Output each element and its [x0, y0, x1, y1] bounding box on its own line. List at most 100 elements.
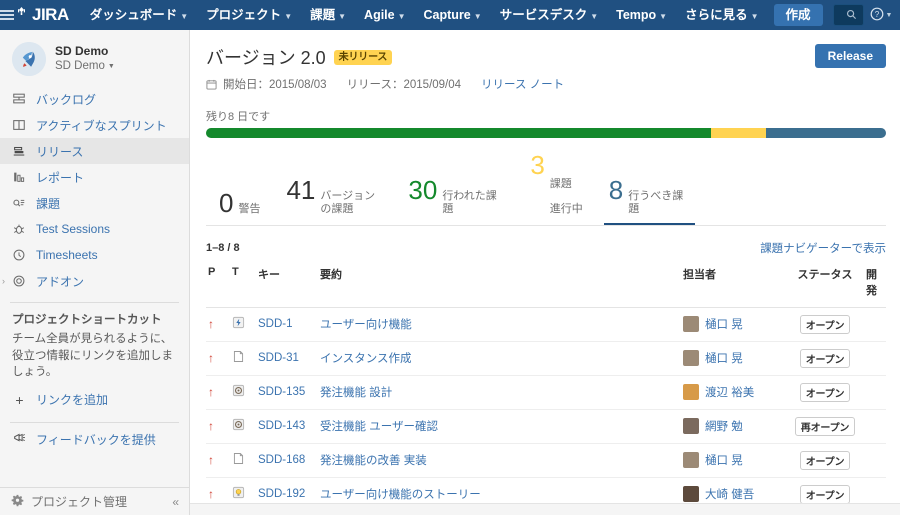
assignee-link[interactable]: 樋口 晃: [705, 452, 743, 468]
chevron-right-icon[interactable]: ›: [2, 276, 5, 286]
th-assignee[interactable]: 担当者: [681, 266, 786, 308]
priority-major-up-icon: ↑: [208, 419, 214, 434]
chevron-down-icon: ▼: [473, 12, 482, 21]
avatar: [683, 452, 699, 469]
issue-key-link[interactable]: SDD-1: [258, 318, 293, 330]
sidebar-item-label: リリース: [36, 144, 84, 159]
issue-key-link[interactable]: SDD-31: [258, 352, 299, 364]
progress-bar: [206, 128, 886, 138]
issue-summary-link[interactable]: 発注機能 設計: [320, 384, 679, 400]
sidebar-item-backlog[interactable]: バックログ: [0, 86, 189, 112]
shortcuts-title: プロジェクトショートカット: [12, 314, 162, 326]
assignee-link[interactable]: 樋口 晃: [705, 350, 743, 366]
version-subheader: 開始日：2015/08/03 リリース：2015/09/04 リリース ノート: [206, 76, 564, 92]
th-type[interactable]: T: [230, 266, 256, 308]
help-button[interactable]: ? ▼: [864, 0, 899, 30]
stat-in-progress-issues[interactable]: 3 課題 進行中: [517, 148, 595, 226]
nav-item-issues[interactable]: 課題 ▼: [301, 0, 355, 30]
stat-warnings[interactable]: 0 警告: [206, 186, 273, 226]
th-development[interactable]: 開 発: [864, 266, 886, 308]
sidebar-item-test-sessions[interactable]: Test Sessions: [0, 216, 189, 242]
sidebar-item-active-sprint[interactable]: アクティブなスプリント: [0, 112, 189, 138]
nav-item-more[interactable]: さらに見る ▼: [676, 0, 767, 30]
release-button[interactable]: Release: [814, 44, 886, 68]
table-row[interactable]: ↑ SDD-168 発注機能の改善 実装 樋口 晃 オープン: [206, 442, 886, 478]
table-row[interactable]: ↑ SDD-31 インスタンス作成 樋口 晃 オープン: [206, 340, 886, 376]
sidebar-item-label: 課題: [36, 196, 61, 211]
nav-item-service-desk[interactable]: サービスデスク ▼: [491, 0, 607, 30]
assignee-link[interactable]: 大崎 健吾: [705, 486, 754, 502]
project-header[interactable]: SD Demo SD Demo ▼: [0, 30, 189, 86]
project-name: SD Demo: [55, 43, 109, 58]
cell-key: SDD-31: [256, 340, 318, 376]
avatar: [683, 316, 699, 333]
stat-version-issues[interactable]: 41 バージョンの課題: [273, 173, 395, 225]
create-button[interactable]: 作成: [773, 4, 823, 26]
nav-item-capture[interactable]: Capture ▼: [415, 0, 491, 30]
progress-segment-done: [206, 128, 711, 138]
result-count-top: 1–8 / 8: [206, 241, 240, 254]
jira-logo-text: JIRA: [32, 5, 69, 24]
assignee-link[interactable]: 渡辺 裕美: [705, 384, 754, 400]
issue-summary-link[interactable]: インスタンス作成: [320, 350, 679, 366]
sidebar-item-releases[interactable]: リリース: [0, 138, 189, 164]
backlog-icon: [10, 92, 27, 106]
assignee-link[interactable]: 網野 勉: [705, 418, 743, 434]
add-link-button[interactable]: + リンクを追加: [0, 381, 189, 414]
issue-summary-link[interactable]: 受注機能 ユーザー確認: [320, 418, 679, 434]
gear-icon: [11, 494, 24, 510]
stat-label: 警告: [238, 202, 261, 215]
th-summary[interactable]: 要約: [318, 266, 681, 308]
issue-navigator-link[interactable]: 課題ナビゲーターで表示: [760, 240, 886, 256]
issues-table-body: ↑ SDD-1 ユーザー向け機能 樋口 晃 オープン ↑ SDD-31 インスタ…: [206, 306, 886, 515]
give-feedback-button[interactable]: フィードバックを提供: [0, 423, 189, 454]
issue-key-link[interactable]: SDD-168: [258, 454, 305, 466]
collapse-icon[interactable]: «: [172, 495, 179, 509]
task-icon: [232, 453, 245, 468]
project-sidebar: SD Demo SD Demo ▼ バックログ アクティブなスプリント リリース…: [0, 30, 190, 515]
nav-item-agile[interactable]: Agile ▼: [355, 0, 414, 30]
jira-version-page: JIRA ダッシュボード ▼ プロジェクト ▼ 課題 ▼ Agile ▼ Capture…: [0, 0, 900, 515]
cell-type: [230, 306, 256, 342]
help-icon: ?: [870, 7, 884, 24]
th-status[interactable]: ステータス: [786, 266, 864, 308]
th-key[interactable]: キー: [256, 266, 318, 308]
issues-table: P T キー 要約 担当者 ステータス 開 発 ↑ SDD-1 ユーザー向け機能…: [206, 266, 886, 515]
cell-assignee: 樋口 晃: [681, 340, 786, 376]
project-type-selector[interactable]: SD Demo ▼: [55, 59, 115, 74]
nav-item-dashboard[interactable]: ダッシュボード ▼: [81, 0, 197, 30]
issue-key-link[interactable]: SDD-192: [258, 488, 305, 500]
search-box[interactable]: [832, 4, 864, 26]
priority-major-up-icon: ↑: [208, 317, 214, 332]
cell-status: オープン: [786, 306, 864, 342]
nav-item-tempo[interactable]: Tempo ▼: [607, 0, 676, 30]
table-row[interactable]: ↑ SDD-1 ユーザー向け機能 樋口 晃 オープン: [206, 306, 886, 342]
jira-logo[interactable]: JIRA: [14, 5, 73, 25]
page-title: バージョン 2.0: [206, 48, 326, 68]
table-row[interactable]: ↑ SDD-143 受注機能 ユーザー確認 網野 勉 再オープン: [206, 408, 886, 444]
cell-status: オープン: [786, 442, 864, 478]
table-row[interactable]: ↑ SDD-135 発注機能 設計 渡辺 裕美 オープン: [206, 374, 886, 410]
cell-development: [864, 442, 886, 478]
table-toolbar: 1–8 / 8 課題ナビゲーターで表示: [206, 240, 886, 256]
sidebar-item-timesheets[interactable]: Timesheets: [0, 242, 189, 268]
issue-summary-link[interactable]: 発注機能の改善 実装: [320, 452, 679, 468]
th-priority[interactable]: P: [206, 266, 230, 308]
sidebar-item-addons[interactable]: › アドオン: [0, 268, 189, 294]
stat-todo-issues[interactable]: 8 行うべき課題: [596, 173, 703, 226]
issue-key-link[interactable]: SDD-135: [258, 386, 305, 398]
sidebar-item-issues[interactable]: 課題: [0, 190, 189, 216]
issue-summary-link[interactable]: ユーザー向け機能のストーリー: [320, 486, 679, 502]
sidebar-item-reports[interactable]: レポート: [0, 164, 189, 190]
cell-summary: ユーザー向け機能: [318, 306, 681, 342]
issue-key-link[interactable]: SDD-143: [258, 420, 305, 432]
cell-type: [230, 442, 256, 478]
hamburger-icon[interactable]: [0, 0, 14, 30]
issue-summary-link[interactable]: ユーザー向け機能: [320, 316, 679, 332]
stat-done-issues[interactable]: 30 行われた課題: [395, 173, 517, 225]
assignee-link[interactable]: 樋口 晃: [705, 316, 743, 332]
release-notes-link[interactable]: リリース ノート: [481, 76, 564, 92]
cell-status: 再オープン: [786, 408, 864, 444]
nav-item-projects[interactable]: プロジェクト ▼: [197, 0, 301, 30]
project-admin-label[interactable]: プロジェクト管理: [31, 493, 127, 510]
